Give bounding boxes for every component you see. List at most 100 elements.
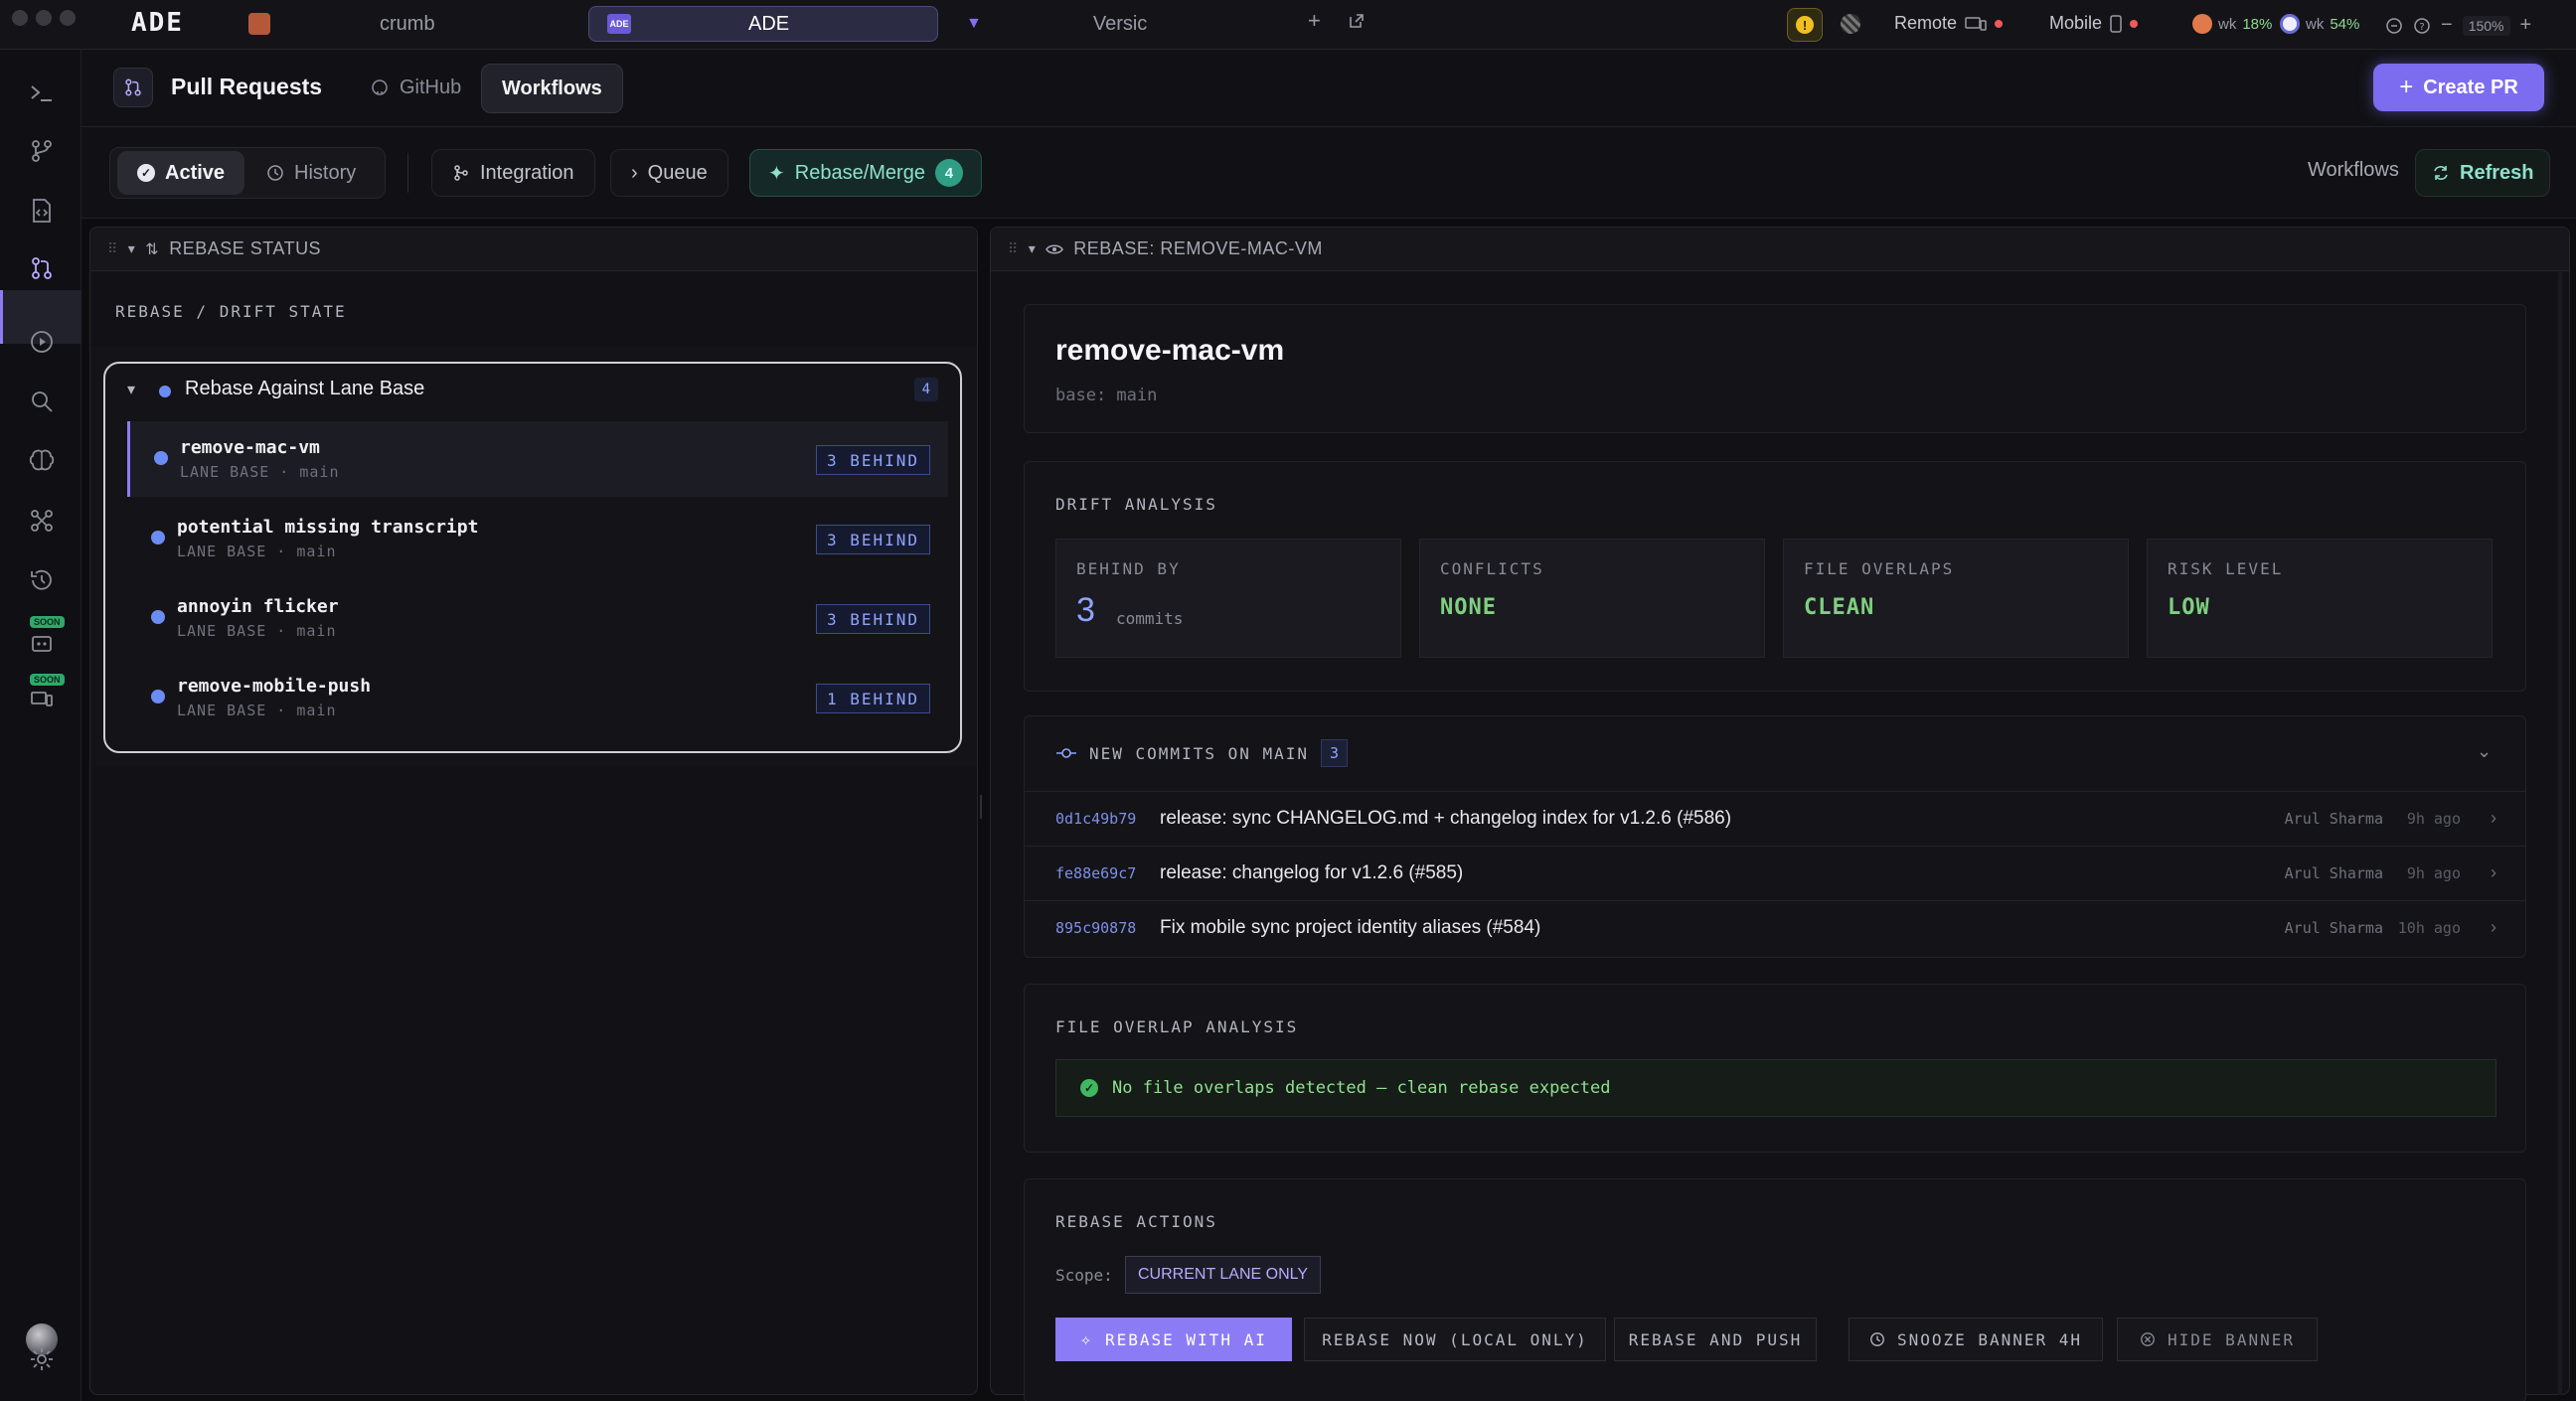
scrollbar[interactable] bbox=[2558, 272, 2562, 1395]
view-rebase-merge[interactable]: ✦ Rebase/Merge 4 bbox=[749, 149, 982, 197]
view-label: Queue bbox=[647, 161, 708, 184]
warning-button[interactable]: ! bbox=[1787, 8, 1823, 42]
commit-time: 10h ago bbox=[2397, 919, 2461, 937]
close-circle-icon bbox=[2140, 1331, 2156, 1347]
terminal-icon[interactable] bbox=[24, 76, 60, 111]
search-icon[interactable] bbox=[24, 384, 60, 419]
commit-author: Arul Sharma bbox=[2284, 810, 2383, 828]
run-play-icon[interactable] bbox=[24, 324, 60, 360]
rebase-and-push-button[interactable]: REBASE AND PUSH bbox=[1614, 1318, 1817, 1361]
panel-title: REBASE: REMOVE-MAC-VM bbox=[1073, 238, 1323, 258]
commit-row[interactable]: 0d1c49b79 release: sync CHANGELOG.md + c… bbox=[1024, 791, 2526, 846]
tab-ade[interactable]: ADE ADE bbox=[588, 6, 938, 42]
zoom-in-icon[interactable]: + bbox=[2520, 14, 2532, 37]
chat-icon[interactable] bbox=[2385, 17, 2403, 35]
remote-offline-dot bbox=[1995, 19, 2004, 28]
behind-unit: commits bbox=[1116, 609, 1184, 628]
commit-sha[interactable]: 895c90878 bbox=[1055, 919, 1136, 937]
window-close-button[interactable] bbox=[12, 10, 28, 26]
lane-row[interactable]: remove-mac-vm LANE BASE · main 3 BEHIND bbox=[127, 421, 948, 497]
collapse-chevron-icon[interactable]: ▾ bbox=[1029, 240, 1037, 257]
commit-row[interactable]: fe88e69c7 release: changelog for v1.2.6 … bbox=[1024, 846, 2526, 900]
graph-nodes-icon[interactable] bbox=[24, 503, 60, 539]
tab-crumb[interactable]: crumb bbox=[248, 6, 576, 42]
segment-active[interactable]: ✓ Active bbox=[117, 151, 245, 195]
drag-handle-icon[interactable]: ⠿ bbox=[1008, 240, 1019, 257]
new-tab-plus-icon[interactable]: + bbox=[1308, 8, 1321, 34]
drift-state-caption: REBASE / DRIFT STATE bbox=[115, 302, 347, 321]
warning-icon: ! bbox=[1796, 16, 1814, 34]
group-count-badge: 4 bbox=[913, 378, 938, 401]
drag-handle-icon[interactable]: ⠿ bbox=[107, 240, 118, 257]
commit-icon bbox=[1055, 746, 1077, 760]
commit-sha[interactable]: fe88e69c7 bbox=[1055, 864, 1136, 882]
file-code-icon[interactable] bbox=[24, 193, 60, 229]
usage-value: 18% bbox=[2242, 15, 2273, 33]
remote-status[interactable]: Remote bbox=[1894, 13, 2004, 34]
commit-message: release: changelog for v1.2.6 (#585) bbox=[1160, 862, 1464, 883]
lane-base: LANE BASE · main bbox=[177, 701, 337, 719]
tab-versic[interactable]: ▼ Versic bbox=[966, 6, 1294, 42]
window-zoom-button[interactable] bbox=[60, 10, 76, 26]
lane-name: remove-mac-vm bbox=[180, 437, 320, 458]
lane-status-dot bbox=[151, 690, 165, 703]
workflows-link[interactable]: Workflows bbox=[2308, 159, 2399, 182]
view-queue[interactable]: › Queue bbox=[610, 149, 728, 197]
rebase-with-ai-button[interactable]: ✧ REBASE WITH AI bbox=[1055, 1318, 1292, 1361]
view-integration[interactable]: Integration bbox=[431, 149, 595, 197]
mobile-status[interactable]: Mobile bbox=[2049, 13, 2139, 34]
merge-icon bbox=[452, 164, 470, 182]
window-minimize-button[interactable] bbox=[36, 10, 52, 26]
snooze-banner-button[interactable]: SNOOZE BANNER 4H bbox=[1849, 1318, 2103, 1361]
button-label: HIDE BANNER bbox=[2168, 1329, 2295, 1349]
rebase-now-local-button[interactable]: REBASE NOW (LOCAL ONLY) bbox=[1304, 1318, 1606, 1361]
pop-out-icon[interactable] bbox=[1348, 12, 1366, 30]
zoom-out-icon[interactable]: − bbox=[2441, 14, 2453, 37]
divider bbox=[407, 153, 408, 193]
refresh-button[interactable]: Refresh bbox=[2415, 149, 2551, 197]
stat-value: LOW bbox=[2168, 595, 2210, 620]
lane-row[interactable]: annoyin flicker LANE BASE · main 3 BEHIN… bbox=[127, 580, 948, 656]
collapse-chevron-icon[interactable]: ▾ bbox=[128, 240, 136, 257]
commit-count-badge: 3 bbox=[1321, 739, 1349, 767]
history-icon[interactable] bbox=[24, 562, 60, 598]
brain-icon[interactable] bbox=[24, 443, 60, 479]
lane-row[interactable]: remove-mobile-push LANE BASE · main 1 BE… bbox=[127, 660, 948, 735]
tab-workflows[interactable]: Workflows bbox=[481, 64, 623, 113]
help-icon[interactable]: ? bbox=[2413, 17, 2431, 35]
usage-meter-1[interactable]: wk 18% bbox=[2192, 14, 2272, 34]
rebase-actions-caption: REBASE ACTIONS bbox=[1055, 1212, 1217, 1231]
behind-badge: 3 BEHIND bbox=[815, 525, 930, 554]
git-branch-icon[interactable] bbox=[24, 133, 60, 169]
resize-handle[interactable] bbox=[980, 795, 982, 819]
lane-row[interactable]: potential missing transcript LANE BASE ·… bbox=[127, 501, 948, 576]
commit-row[interactable]: 895c90878 Fix mobile sync project identi… bbox=[1024, 900, 2526, 955]
commit-sha[interactable]: 0d1c49b79 bbox=[1055, 810, 1136, 828]
sort-arrows-icon: ⇅ bbox=[145, 240, 160, 258]
eye-icon bbox=[1046, 242, 1064, 256]
stat-value: NONE bbox=[1440, 595, 1497, 620]
branch-base: base: main bbox=[1055, 386, 1158, 405]
scope-select[interactable]: CURRENT LANE ONLY bbox=[1125, 1256, 1321, 1294]
drift-analysis-caption: DRIFT ANALYSIS bbox=[1055, 495, 1217, 514]
pull-request-icon[interactable] bbox=[24, 250, 60, 286]
segment-history[interactable]: History bbox=[254, 151, 368, 195]
robot-icon[interactable] bbox=[24, 624, 60, 660]
soon-badge: SOON bbox=[30, 616, 65, 628]
tab-label: Workflows bbox=[502, 77, 602, 99]
new-commits-caption: NEW COMMITS ON MAIN bbox=[1089, 743, 1310, 763]
mobile-label: Mobile bbox=[2049, 13, 2103, 33]
settings-gear-icon[interactable] bbox=[24, 1341, 60, 1377]
status-globe-icon[interactable] bbox=[1841, 14, 1860, 34]
hide-banner-button[interactable]: HIDE BANNER bbox=[2117, 1318, 2318, 1361]
tab-github[interactable]: GitHub bbox=[360, 66, 471, 109]
usage-meter-2[interactable]: wk 54% bbox=[2280, 14, 2359, 34]
segment-label: Active bbox=[165, 161, 226, 184]
create-pr-button[interactable]: + Create PR bbox=[2373, 64, 2544, 111]
new-commits-header[interactable]: NEW COMMITS ON MAIN 3 bbox=[1055, 739, 1349, 767]
group-collapse-chevron-icon[interactable]: ▾ bbox=[127, 380, 135, 399]
tab-label: ADE bbox=[748, 12, 790, 35]
overlap-message: No file overlaps detected — clean rebase… bbox=[1112, 1078, 1611, 1098]
view-label: Rebase/Merge bbox=[794, 161, 925, 184]
collapse-chevron-icon[interactable]: ⌄ bbox=[2477, 741, 2492, 762]
